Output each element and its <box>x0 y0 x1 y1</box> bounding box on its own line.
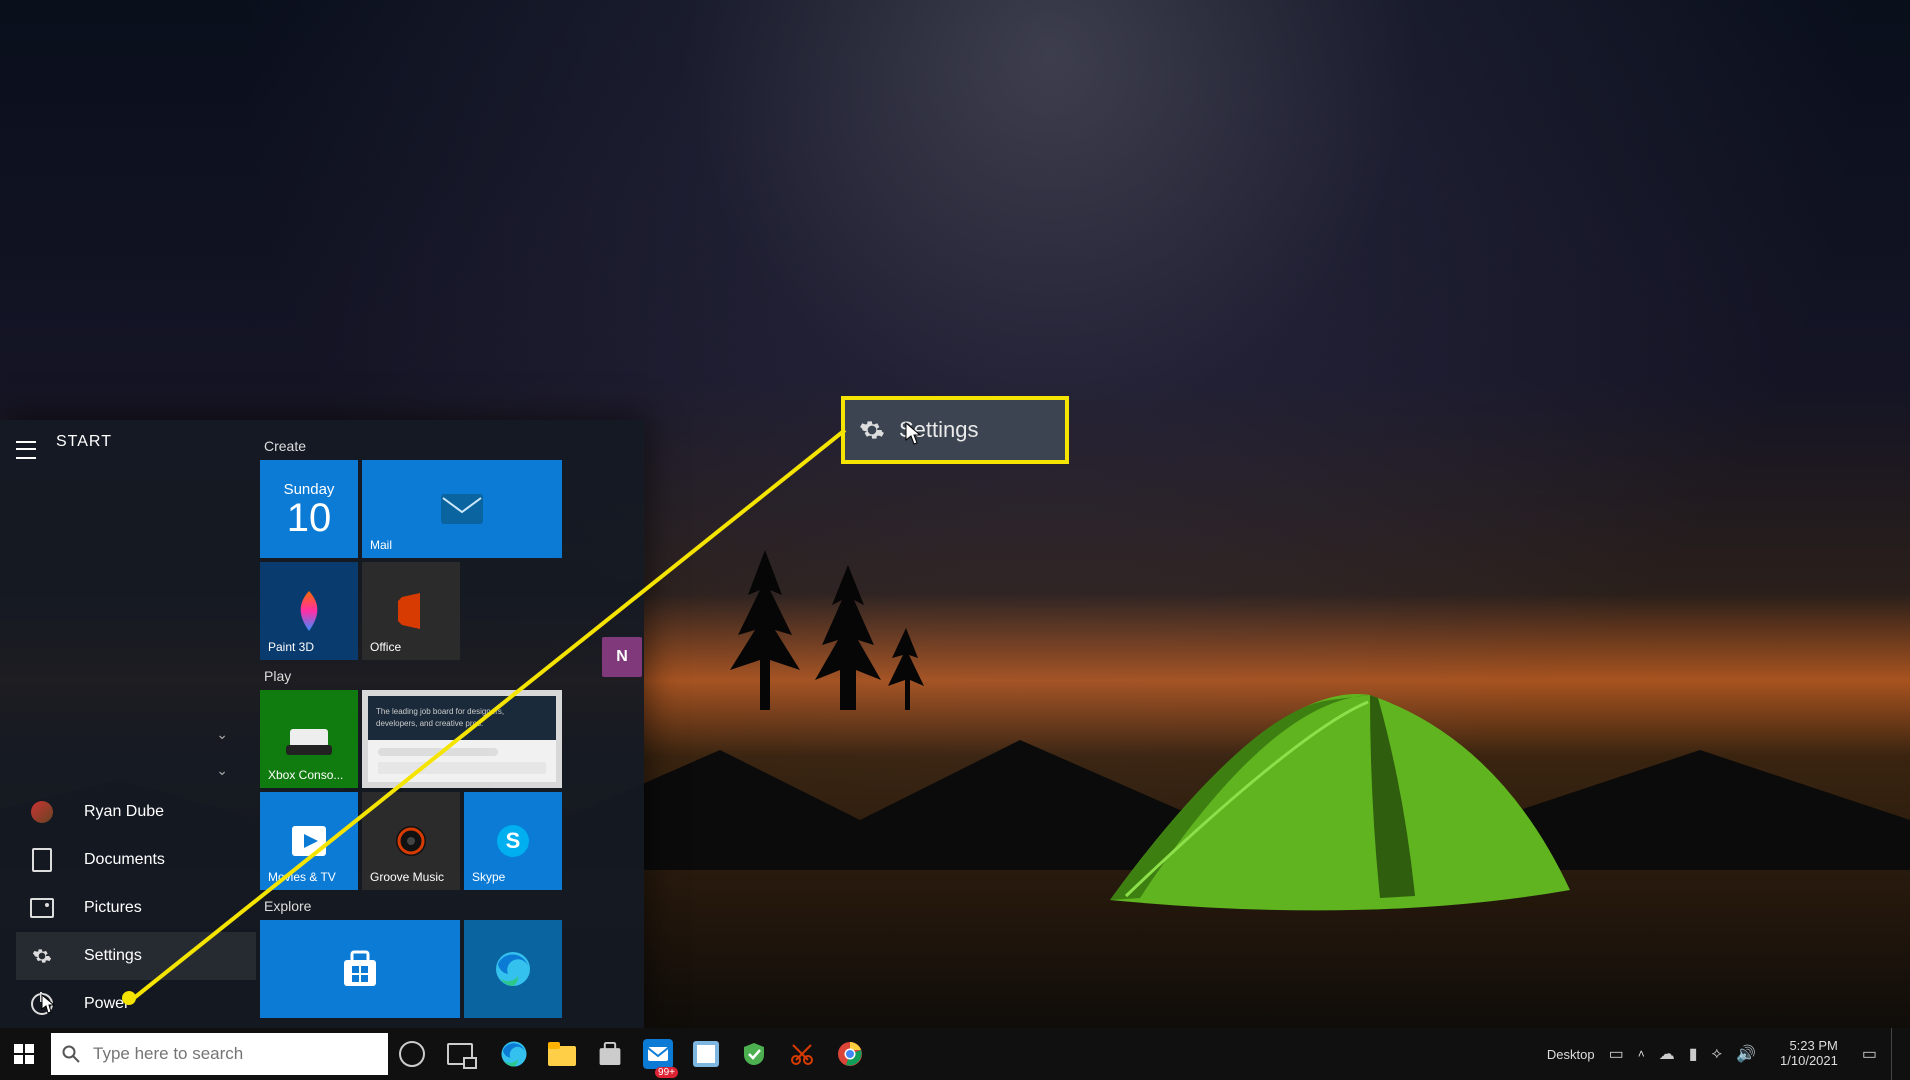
svg-text:The leading job board for desi: The leading job board for designers, <box>376 707 504 716</box>
desktop-icon-onenote[interactable]: N <box>602 637 642 677</box>
cursor-icon <box>41 994 55 1014</box>
clock-time: 5:23 PM <box>1780 1039 1838 1054</box>
expand-chevron-icon[interactable]: ⌄ <box>52 752 256 788</box>
rail-pictures-label: Pictures <box>84 899 142 917</box>
calendar-daynum: 10 <box>287 498 332 538</box>
notifications-icon[interactable]: ▭ <box>1862 1044 1877 1064</box>
taskbar-edge[interactable] <box>490 1028 538 1080</box>
volume-icon[interactable]: 🔊 <box>1736 1044 1756 1064</box>
webpage-preview: The leading job board for designers, deve… <box>362 690 562 788</box>
start-menu: START ⌄ ⌄ Ryan Dube Documents Pictures S… <box>0 420 644 1028</box>
calendar-dayname: Sunday <box>284 481 335 498</box>
search-input[interactable] <box>91 1043 388 1065</box>
tile-groove-label: Groove Music <box>370 870 444 884</box>
rail-documents-label: Documents <box>84 851 165 869</box>
cortana-button[interactable] <box>388 1028 436 1080</box>
annotation-dot <box>122 991 136 1005</box>
picture-icon <box>16 898 68 918</box>
store-icon <box>260 920 460 1018</box>
hamburger-button[interactable] <box>0 428 52 472</box>
gear-icon <box>16 946 68 966</box>
tile-office[interactable]: Office <box>362 562 460 660</box>
task-view-button[interactable] <box>436 1028 484 1080</box>
tile-skype-label: Skype <box>472 870 505 884</box>
tile-calendar[interactable]: Sunday 10 <box>260 460 358 558</box>
rail-settings-label: Settings <box>84 947 142 965</box>
taskview-icon <box>447 1043 473 1065</box>
avatar-icon <box>16 801 68 823</box>
tile-group-play: Play <box>264 668 632 684</box>
tile-mail[interactable]: Mail <box>362 460 562 558</box>
start-tiles: Create Sunday 10 Mail Paint 3D <box>256 420 644 1028</box>
rail-user-account[interactable]: Ryan Dube <box>16 788 256 836</box>
rail-pictures[interactable]: Pictures <box>16 884 256 932</box>
taskbar-running-apps: 99+ <box>490 1028 874 1080</box>
expand-chevron-icon[interactable]: ⌄ <box>52 716 256 752</box>
svg-text:S: S <box>506 828 521 853</box>
show-desktop-button[interactable] <box>1891 1028 1902 1080</box>
search-icon <box>51 1045 91 1063</box>
taskbar-store[interactable] <box>586 1028 634 1080</box>
tile-xbox-label: Xbox Conso... <box>268 768 343 782</box>
start-button[interactable] <box>0 1028 48 1080</box>
taskbar: 99+ Desktop ▭ ˄ ☁ ▮ ⟡ 🔊 5:23 PM 1/10/202… <box>0 1028 1910 1080</box>
tile-xbox[interactable]: Xbox Conso... <box>260 690 358 788</box>
tile-group-explore: Explore <box>264 898 632 914</box>
tile-group-create: Create <box>264 438 632 454</box>
taskbar-app-snip[interactable] <box>778 1028 826 1080</box>
system-tray: Desktop ▭ ˄ ☁ ▮ ⟡ 🔊 5:23 PM 1/10/2021 ▭ <box>1547 1028 1910 1080</box>
edge-icon <box>464 920 562 1018</box>
wifi-icon[interactable]: ⟡ <box>1712 1045 1723 1063</box>
rail-documents[interactable]: Documents <box>16 836 256 884</box>
tile-mail-label: Mail <box>370 538 392 552</box>
tile-office-label: Office <box>370 640 401 654</box>
tile-movies-label: Movies & TV <box>268 870 336 884</box>
tile-paint3d-label: Paint 3D <box>268 640 314 654</box>
tile-paint3d[interactable]: Paint 3D <box>260 562 358 660</box>
systray-desktop-label[interactable]: Desktop <box>1547 1047 1595 1062</box>
taskbar-search[interactable] <box>51 1033 388 1075</box>
taskbar-app-security[interactable] <box>730 1028 778 1080</box>
document-icon <box>16 848 68 872</box>
taskbar-chrome[interactable] <box>826 1028 874 1080</box>
start-left-column: START ⌄ ⌄ Ryan Dube Documents Pictures S… <box>52 420 256 1028</box>
wallpaper-tent <box>1070 640 1590 920</box>
rail-settings[interactable]: Settings <box>16 932 256 980</box>
meet-now-icon[interactable]: ▭ <box>1609 1044 1624 1064</box>
rail-user-label: Ryan Dube <box>84 803 164 821</box>
taskbar-clock[interactable]: 5:23 PM 1/10/2021 <box>1770 1039 1848 1069</box>
tile-ms-store[interactable] <box>260 920 460 1018</box>
mail-badge: 99+ <box>655 1067 678 1078</box>
cortana-icon <box>399 1041 425 1067</box>
taskbar-app-mail[interactable]: 99+ <box>634 1028 682 1080</box>
windows-logo-icon <box>14 1044 34 1064</box>
battery-icon[interactable]: ▮ <box>1689 1044 1698 1064</box>
clock-date: 1/10/2021 <box>1780 1054 1838 1069</box>
start-title: START <box>52 420 256 464</box>
tile-live-webpage[interactable]: The leading job board for designers, deve… <box>362 690 562 788</box>
tile-movies-tv[interactable]: Movies & TV <box>260 792 358 890</box>
tray-overflow-icon[interactable]: ˄ <box>1638 1047 1645 1061</box>
taskbar-app-notes[interactable] <box>682 1028 730 1080</box>
tile-skype[interactable]: S Skype <box>464 792 562 890</box>
onedrive-icon[interactable]: ☁ <box>1659 1044 1675 1064</box>
wallpaper-trees <box>720 540 940 710</box>
taskbar-file-explorer[interactable] <box>538 1028 586 1080</box>
tile-groove-music[interactable]: Groove Music <box>362 792 460 890</box>
svg-text:developers, and creative pros.: developers, and creative pros. <box>376 719 483 728</box>
tile-edge[interactable] <box>464 920 562 1018</box>
